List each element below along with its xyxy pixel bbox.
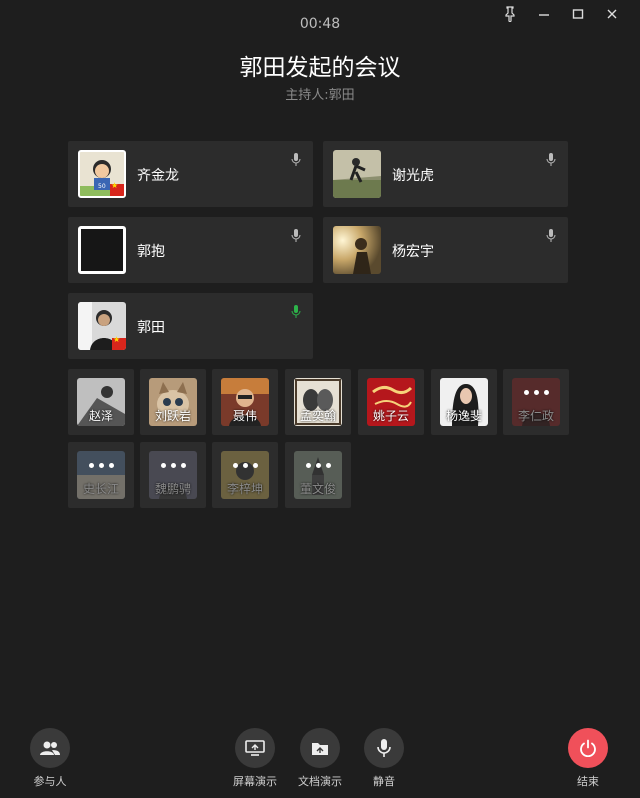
avatar: 50 bbox=[78, 150, 126, 198]
meeting-host: 主持人:郭田 bbox=[285, 88, 355, 103]
participant-tile[interactable]: 李仁政 bbox=[503, 369, 569, 435]
end-meeting-button[interactable] bbox=[568, 728, 608, 768]
connecting-dots bbox=[140, 463, 206, 468]
participant-name: 刘跃岩 bbox=[154, 409, 191, 423]
participant-name: 李仁政 bbox=[517, 409, 554, 423]
end-meeting-label: 结束 bbox=[577, 775, 599, 788]
participant-name: 董文俊 bbox=[299, 482, 336, 496]
participant-name: 孟奕翰 bbox=[299, 409, 336, 423]
microphone-icon bbox=[546, 153, 556, 166]
svg-text:50: 50 bbox=[98, 183, 106, 190]
participant-tile[interactable]: 杨逸斐 bbox=[431, 369, 497, 435]
avatar bbox=[333, 226, 381, 274]
screen-share-button[interactable] bbox=[235, 728, 275, 768]
participant-name: 杨逸斐 bbox=[445, 409, 482, 423]
participants-label: 参与人 bbox=[33, 775, 67, 788]
mute-button[interactable] bbox=[364, 728, 404, 768]
participant-name: 赵泽 bbox=[88, 409, 113, 423]
participant-card[interactable]: 郭田 bbox=[68, 293, 313, 359]
participant-card[interactable]: 杨宏宇 bbox=[323, 217, 568, 283]
people-icon bbox=[40, 741, 60, 755]
participant-tile[interactable]: 赵泽 bbox=[68, 369, 134, 435]
screen-share-icon bbox=[245, 740, 265, 756]
participant-tile[interactable]: 刘跃岩 bbox=[140, 369, 206, 435]
participant-name: 郭抱 bbox=[137, 244, 165, 260]
doc-share-button[interactable] bbox=[300, 728, 340, 768]
microphone-icon bbox=[546, 229, 556, 242]
participant-name: 魏鹏骋 bbox=[154, 482, 191, 496]
connecting-dots bbox=[212, 463, 278, 468]
participant-name: 李梓坤 bbox=[226, 482, 263, 496]
participant-tile[interactable]: 董文俊 bbox=[285, 442, 351, 508]
participant-tile[interactable]: 史长江 bbox=[68, 442, 134, 508]
flag-icon bbox=[110, 181, 124, 196]
participant-name: 郭田 bbox=[137, 320, 165, 336]
participant-name: 姚子云 bbox=[372, 409, 409, 423]
connecting-dots bbox=[285, 463, 351, 468]
microphone-icon bbox=[377, 739, 391, 757]
meeting-timer: 00:48 bbox=[299, 16, 341, 32]
participant-name: 谢光虎 bbox=[392, 168, 434, 184]
participant-name: 齐金龙 bbox=[137, 168, 179, 184]
participant-name: 史长江 bbox=[82, 482, 119, 496]
participant-name: 聂伟 bbox=[232, 409, 257, 423]
avatar bbox=[78, 302, 126, 350]
participant-tile[interactable]: 姚子云 bbox=[358, 369, 424, 435]
power-icon bbox=[580, 739, 596, 757]
participants-button[interactable] bbox=[30, 728, 70, 768]
participant-tile[interactable]: 李梓坤 bbox=[212, 442, 278, 508]
connecting-dots bbox=[68, 463, 134, 468]
microphone-icon bbox=[291, 229, 301, 242]
meeting-title: 郭田发起的会议 bbox=[239, 55, 401, 81]
participant-tile[interactable]: 孟奕翰 bbox=[285, 369, 351, 435]
participant-tile[interactable]: 聂伟 bbox=[212, 369, 278, 435]
participant-card[interactable]: 郭抱 bbox=[68, 217, 313, 283]
mute-label: 静音 bbox=[373, 775, 395, 788]
avatar bbox=[333, 150, 381, 198]
microphone-active-icon bbox=[291, 305, 301, 318]
microphone-icon bbox=[291, 153, 301, 166]
participant-name: 杨宏宇 bbox=[392, 244, 434, 260]
folder-share-icon bbox=[312, 743, 328, 755]
participant-card[interactable]: 50 齐金龙 bbox=[68, 141, 313, 207]
participant-tile[interactable]: 魏鹏骋 bbox=[140, 442, 206, 508]
connecting-dots bbox=[503, 390, 569, 395]
avatar bbox=[78, 226, 126, 274]
participant-card[interactable]: 谢光虎 bbox=[323, 141, 568, 207]
flag-icon bbox=[112, 335, 126, 350]
